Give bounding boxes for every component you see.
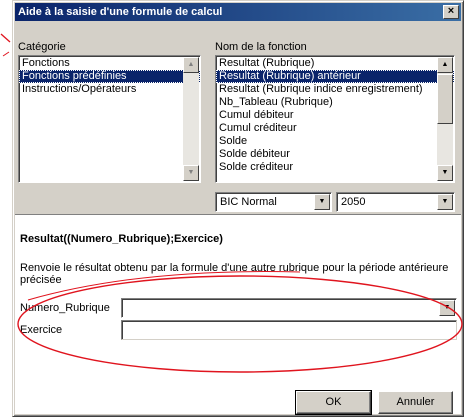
- scroll-down-icon[interactable]: ▼: [437, 165, 453, 181]
- dialog-titlebar[interactable]: Aide à la saisie d'une formule de calcul…: [15, 3, 461, 21]
- list-item[interactable]: Cumul débiteur: [216, 109, 454, 122]
- list-item[interactable]: Fonctions prédéfinies: [19, 70, 200, 83]
- category-scrollbar[interactable]: ▲ ▼: [183, 57, 199, 181]
- list-item[interactable]: Solde créditeur: [216, 161, 454, 174]
- details-panel: Resultat((Numero_Rubrique);Exercice) Ren…: [15, 216, 461, 415]
- function-scrollbar[interactable]: ▲ ▼: [437, 57, 453, 181]
- category-listbox[interactable]: Fonctions Fonctions prédéfinies Instructio…: [18, 55, 201, 183]
- list-item[interactable]: Resultat (Rubrique): [216, 57, 454, 70]
- list-item[interactable]: Cumul créditeur: [216, 122, 454, 135]
- function-signature: Resultat((Numero_Rubrique);Exercice): [20, 233, 223, 245]
- numero-rubrique-select[interactable]: ▼: [121, 298, 457, 318]
- list-item[interactable]: Nb_Tableau (Rubrique): [216, 96, 454, 109]
- chevron-down-icon[interactable]: ▼: [439, 300, 455, 316]
- chevron-down-icon[interactable]: ▼: [437, 194, 453, 210]
- cancel-button[interactable]: Annuler: [378, 391, 453, 414]
- scroll-thumb[interactable]: [437, 74, 453, 124]
- formula-helper-dialog: Aide à la saisie d'une formule de calcul…: [12, 0, 464, 417]
- scroll-down-icon[interactable]: ▼: [183, 165, 199, 181]
- scroll-up-icon[interactable]: ▲: [437, 57, 453, 73]
- annotation-tick-mark: [0, 33, 11, 57]
- numero-rubrique-label: Numero_Rubrique: [20, 302, 110, 314]
- exercice-label: Exercice: [20, 324, 63, 336]
- exercice-input[interactable]: [121, 320, 457, 340]
- close-button[interactable]: ×: [443, 5, 459, 19]
- dialog-title: Aide à la saisie d'une formule de calcul: [18, 6, 223, 18]
- regime-select-value: BIC Normal: [220, 196, 277, 208]
- regime-select[interactable]: BIC Normal ▼: [215, 192, 332, 212]
- function-list-label: Nom de la fonction: [215, 41, 307, 53]
- close-icon: ×: [447, 5, 455, 17]
- form-select[interactable]: 2050 ▼: [336, 192, 455, 212]
- chevron-down-icon[interactable]: ▼: [314, 194, 330, 210]
- list-item[interactable]: Resultat (Rubrique) antérieur: [216, 70, 454, 83]
- list-item[interactable]: Fonctions: [19, 57, 200, 70]
- scroll-up-icon[interactable]: ▲: [183, 57, 199, 73]
- function-listbox[interactable]: Resultat (Rubrique) Resultat (Rubrique) a…: [215, 55, 455, 183]
- list-item[interactable]: Solde: [216, 135, 454, 148]
- ok-button[interactable]: OK: [295, 390, 372, 415]
- category-label: Catégorie: [18, 41, 66, 53]
- list-item[interactable]: Resultat (Rubrique indice enregistrement…: [216, 83, 454, 96]
- list-item[interactable]: Solde débiteur: [216, 148, 454, 161]
- form-select-value: 2050: [341, 196, 366, 208]
- function-description: Renvoie le résultat obtenu par la formul…: [20, 262, 449, 286]
- list-item[interactable]: Instructions/Opérateurs: [19, 83, 200, 96]
